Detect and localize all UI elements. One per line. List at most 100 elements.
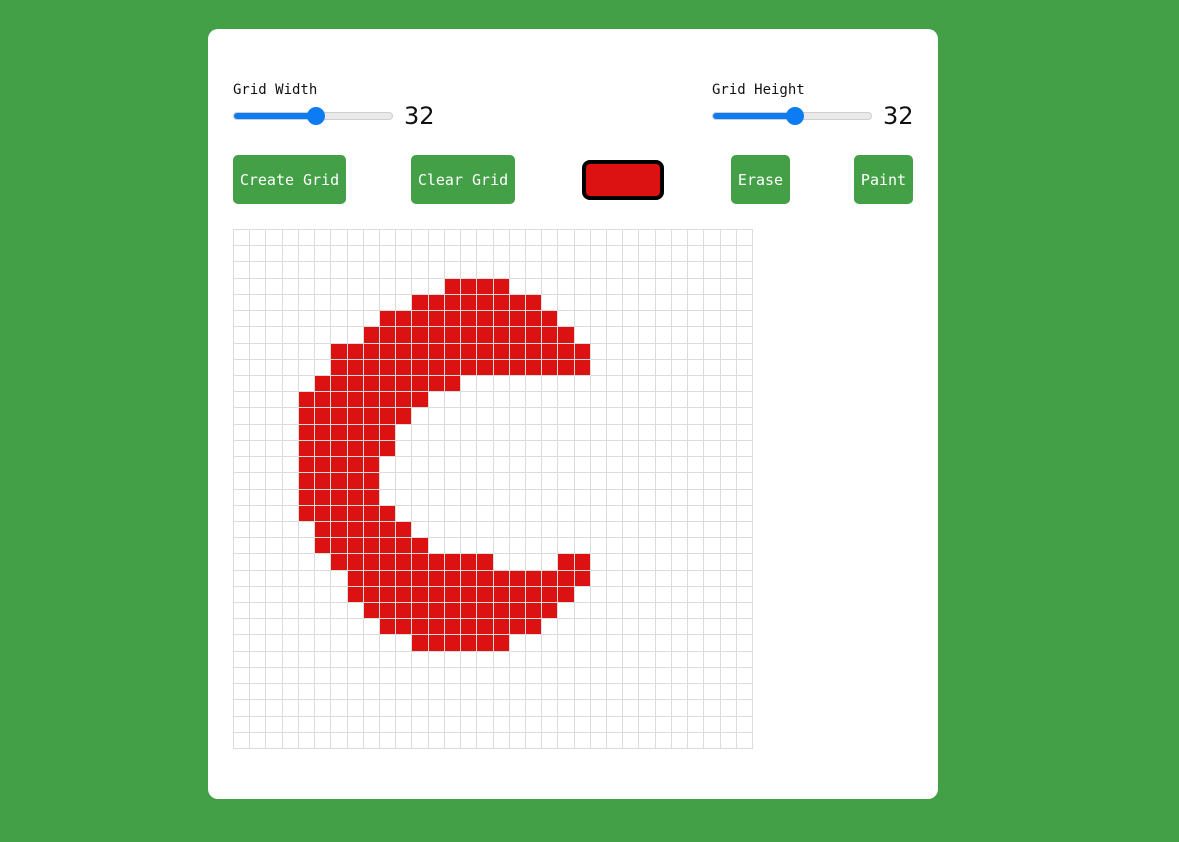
grid-cell[interactable] (477, 375, 494, 393)
grid-cell[interactable] (347, 684, 364, 701)
grid-cell[interactable] (525, 457, 543, 474)
grid-cell[interactable] (234, 635, 251, 652)
grid-cell[interactable] (428, 586, 445, 604)
grid-cell[interactable] (623, 667, 640, 685)
grid-cell[interactable] (331, 457, 348, 474)
grid-cell[interactable] (639, 700, 656, 717)
grid-cell[interactable] (574, 489, 591, 506)
grid-cell[interactable] (590, 489, 608, 506)
grid-cell[interactable] (671, 732, 689, 749)
grid-cell[interactable] (266, 651, 283, 668)
grid-cell[interactable] (688, 570, 705, 587)
grid-cell[interactable] (542, 489, 559, 506)
grid-cell[interactable] (315, 473, 332, 490)
grid-cell[interactable] (363, 327, 380, 344)
grid-cell[interactable] (234, 505, 251, 522)
grid-cell[interactable] (282, 505, 299, 522)
grid-cell[interactable] (412, 375, 429, 393)
grid-cell[interactable] (461, 246, 478, 263)
grid-cell[interactable] (509, 473, 526, 490)
grid-cell[interactable] (704, 538, 721, 555)
grid-cell[interactable] (509, 424, 526, 441)
grid-cell[interactable] (688, 732, 705, 749)
grid-cell[interactable] (509, 489, 526, 506)
grid-cell[interactable] (704, 311, 721, 328)
grid-cell[interactable] (412, 554, 429, 571)
grid-cell[interactable] (282, 684, 299, 701)
grid-cell[interactable] (477, 505, 494, 522)
grid-cell[interactable] (234, 651, 251, 668)
grid-cell[interactable] (558, 554, 575, 571)
grid-cell[interactable] (444, 424, 462, 441)
grid-cell[interactable] (428, 230, 445, 247)
grid-cell[interactable] (347, 521, 364, 539)
grid-cell[interactable] (298, 521, 316, 539)
grid-cell[interactable] (363, 505, 380, 522)
grid-cell[interactable] (363, 684, 380, 701)
grid-cell[interactable] (363, 246, 380, 263)
grid-cell[interactable] (525, 521, 543, 539)
grid-cell[interactable] (363, 538, 380, 555)
grid-cell[interactable] (607, 230, 624, 247)
grid-cell[interactable] (525, 700, 543, 717)
grid-cell[interactable] (493, 440, 510, 458)
grid-cell[interactable] (234, 521, 251, 539)
grid-cell[interactable] (461, 440, 478, 458)
grid-cell[interactable] (477, 457, 494, 474)
grid-cell[interactable] (542, 359, 559, 376)
grid-cell[interactable] (655, 586, 672, 604)
grid-cell[interactable] (444, 392, 462, 409)
grid-cell[interactable] (282, 538, 299, 555)
grid-cell[interactable] (428, 408, 445, 425)
grid-cell[interactable] (607, 570, 624, 587)
grid-cell[interactable] (379, 586, 397, 604)
grid-cell[interactable] (639, 619, 656, 636)
grid-cell[interactable] (525, 667, 543, 685)
grid-cell[interactable] (234, 619, 251, 636)
grid-cell[interactable] (671, 505, 689, 522)
grid-cell[interactable] (428, 716, 445, 733)
grid-cell[interactable] (461, 570, 478, 587)
grid-cell[interactable] (444, 311, 462, 328)
grid-cell[interactable] (444, 246, 462, 263)
grid-cell[interactable] (266, 505, 283, 522)
grid-cell[interactable] (428, 538, 445, 555)
grid-cell[interactable] (671, 246, 689, 263)
grid-cell[interactable] (282, 440, 299, 458)
grid-cell[interactable] (590, 570, 608, 587)
grid-cell[interactable] (704, 457, 721, 474)
grid-cell[interactable] (574, 294, 591, 312)
grid-cell[interactable] (315, 262, 332, 279)
grid-cell[interactable] (298, 489, 316, 506)
grid-cell[interactable] (509, 408, 526, 425)
grid-cell[interactable] (493, 651, 510, 668)
grid-cell[interactable] (525, 505, 543, 522)
grid-cell[interactable] (671, 716, 689, 733)
grid-cell[interactable] (542, 327, 559, 344)
grid-cell[interactable] (509, 262, 526, 279)
grid-cell[interactable] (477, 586, 494, 604)
grid-cell[interactable] (379, 440, 397, 458)
grid-cell[interactable] (704, 343, 721, 360)
grid-cell[interactable] (477, 392, 494, 409)
grid-cell[interactable] (574, 327, 591, 344)
grid-cell[interactable] (315, 343, 332, 360)
grid-cell[interactable] (688, 278, 705, 295)
grid-cell[interactable] (590, 473, 608, 490)
grid-cell[interactable] (542, 505, 559, 522)
grid-cell[interactable] (509, 586, 526, 604)
grid-cell[interactable] (639, 375, 656, 393)
grid-cell[interactable] (315, 408, 332, 425)
grid-cell[interactable] (704, 230, 721, 247)
grid-cell[interactable] (396, 392, 413, 409)
grid-cell[interactable] (282, 457, 299, 474)
grid-cell[interactable] (736, 603, 753, 620)
grid-cell[interactable] (590, 457, 608, 474)
grid-cell[interactable] (704, 246, 721, 263)
grid-cell[interactable] (720, 230, 737, 247)
grid-cell[interactable] (704, 489, 721, 506)
grid-cell[interactable] (428, 521, 445, 539)
grid-cell[interactable] (331, 294, 348, 312)
grid-cell[interactable] (655, 343, 672, 360)
grid-cell[interactable] (720, 521, 737, 539)
